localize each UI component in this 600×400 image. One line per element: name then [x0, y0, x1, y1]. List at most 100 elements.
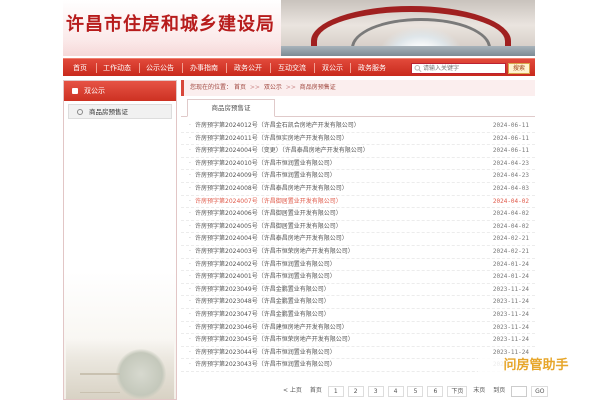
breadcrumb-separator: >> — [285, 84, 296, 91]
list-item-title[interactable]: 许房预字第2024005号（许昌御居置业开发有限公司） — [195, 223, 342, 230]
list-item-title[interactable]: 许房预字第2023048号（许昌金鹏置业有限公司） — [195, 298, 330, 305]
list-item[interactable]: · 许房预字第2024004号（许昌泰昌房地产开发有限公司） 2024-02-21 — [181, 233, 535, 246]
list-item-date: 2024-04-02 — [492, 210, 529, 218]
list-item-title[interactable]: 许房预字第2024006号（许昌御居置业开发有限公司） — [195, 210, 342, 217]
nav-separator — [139, 63, 140, 73]
list-item-date: 2023-11-24 — [492, 285, 529, 293]
list-item[interactable]: · 许房预字第2024010号（许昌市恒润置业有限公司） 2024-04-23 — [181, 158, 535, 171]
breadcrumb-prefix: 您现在的位置： — [190, 84, 233, 91]
nav-separator — [350, 63, 351, 73]
list-item-title[interactable]: 许房预字第2023045号（许昌市恒荣房地产开发有限公司） — [195, 336, 354, 343]
sidebar: 双公示 商品房预售证 — [63, 80, 177, 400]
pager-page-3[interactable]: 3 — [367, 386, 384, 397]
list-item-title[interactable]: 许房预字第2023044号（许昌市恒润置业有限公司） — [195, 349, 336, 356]
list-item-title[interactable]: 许房预字第2023047号（许昌金鹏置业有限公司） — [195, 311, 330, 318]
list-item-title[interactable]: 许房预字第2024004号（变更）（许昌泰昌房地产开发有限公司） — [195, 147, 369, 154]
list-item-title[interactable]: 许房预字第2024012号（许昌金石凯合房地产开发有限公司） — [195, 122, 360, 129]
sidebar-title: 双公示 — [64, 81, 176, 101]
pager-next[interactable]: 下页 — [447, 386, 468, 397]
sidebar-decorative-photo — [66, 339, 174, 399]
tab-bar: 商品房预售证 — [181, 99, 535, 117]
nav-item-home[interactable]: 首页 — [73, 59, 87, 77]
list-item-title[interactable]: 许房预字第2024009号（许昌市恒润置业有限公司） — [195, 172, 336, 179]
list-item-date: 2024-04-03 — [492, 184, 529, 192]
pager-prev[interactable]: < 上页 — [281, 386, 304, 397]
header-banner-image — [281, 0, 535, 56]
breadcrumb-link-home[interactable]: 首页 — [234, 84, 246, 91]
nav-item-gov-services[interactable]: 政务服务 — [358, 59, 386, 77]
list-item[interactable]: · 许房预字第2024007号（许昌御居置业开发有限公司） 2024-04-02 — [181, 196, 535, 209]
main-nav: 首页 工作动态 公示公告 办事指南 政务公开 互动交流 双公示 政务服务 搜索 — [63, 58, 535, 76]
breadcrumb-separator: >> — [249, 84, 260, 91]
list-item[interactable]: · 许房预字第2023048号（许昌金鹏置业有限公司） 2023-11-24 — [181, 296, 535, 309]
list-item-date: 2023-11-24 — [492, 310, 529, 318]
nav-separator — [270, 63, 271, 73]
list-item[interactable]: · 许房预字第2023047号（许昌金鹏置业有限公司） 2023-11-24 — [181, 309, 535, 322]
search-icon — [414, 65, 422, 73]
list-item-date: 2024-04-23 — [492, 159, 529, 167]
page: 许昌市住房和城乡建设局 首页 工作动态 公示公告 办事指南 政务公开 互动交流 … — [63, 0, 549, 400]
list-item-title[interactable]: 许房预字第2024010号（许昌市恒润置业有限公司） — [195, 160, 336, 167]
search-box — [411, 63, 506, 74]
list-item[interactable]: · 许房预字第2024012号（许昌金石凯合房地产开发有限公司） 2024-06-1… — [181, 120, 535, 133]
breadcrumb-current[interactable]: 商品房预售证 — [300, 84, 336, 91]
pager-page-5[interactable]: 5 — [407, 386, 424, 397]
nav-item-dual-publicity[interactable]: 双公示 — [322, 59, 343, 77]
pager-goto-input[interactable] — [511, 386, 528, 397]
nav-separator — [314, 63, 315, 73]
list-item-date: 2024-06-11 — [492, 147, 529, 155]
nav-item-interaction[interactable]: 互动交流 — [278, 59, 306, 77]
pager-page-4[interactable]: 4 — [387, 386, 404, 397]
pager-go-button[interactable]: GO — [531, 386, 549, 397]
list-item-title[interactable]: 许房预字第2024007号（许昌御居置业开发有限公司） — [195, 198, 342, 205]
list-item[interactable]: · 许房预字第2023046号（许昌建恒房地产开发有限公司） 2023-11-24 — [181, 322, 535, 335]
photo-railing — [80, 373, 120, 393]
watermark-logo: 问房管助手 — [478, 354, 594, 378]
photo-tree — [116, 349, 166, 399]
list-item-title[interactable]: 许房预字第2023043号（许昌市恒润置业有限公司） — [195, 361, 336, 368]
list-item-title[interactable]: 许房预字第2024008号（许昌泰昌房地产开发有限公司） — [195, 185, 348, 192]
list-item-title[interactable]: 许房预字第2024003号（许昌市恒荣房地产开发有限公司） — [195, 248, 354, 255]
list-item[interactable]: · 许房预字第2024003号（许昌市恒荣房地产开发有限公司） 2024-02-21 — [181, 246, 535, 259]
list-item-title[interactable]: 许房预字第2024004号（许昌泰昌房地产开发有限公司） — [195, 235, 348, 242]
nav-item-gov-open[interactable]: 政务公开 — [234, 59, 262, 77]
square-bullet-icon — [72, 88, 78, 94]
pager-last[interactable]: 末页 — [471, 386, 488, 397]
list-item[interactable]: · 许房预字第2023049号（许昌金鹏置业有限公司） 2023-11-24 — [181, 284, 535, 297]
sidebar-item-presale-permit[interactable]: 商品房预售证 — [68, 104, 172, 119]
search-input[interactable] — [423, 64, 503, 73]
pager-page-6[interactable]: 6 — [427, 386, 444, 397]
list-item-date: 2024-04-02 — [492, 197, 529, 205]
banner-water — [281, 46, 535, 56]
list-item-title[interactable]: 许房预字第2024001号（许昌市恒润置业有限公司） — [195, 273, 336, 280]
search-button[interactable]: 搜索 — [508, 63, 530, 74]
list-item-date: 2024-06-11 — [492, 134, 529, 142]
list-item[interactable]: · 许房预字第2024011号（许昌恒实房地产开发有限公司） 2024-06-11 — [181, 133, 535, 146]
list-item-title[interactable]: 许房预字第2024002号（许昌市恒润置业有限公司） — [195, 261, 336, 268]
list-item-title[interactable]: 许房预字第2023046号（许昌建恒房地产开发有限公司） — [195, 324, 348, 331]
list-item[interactable]: · 许房预字第2024009号（许昌市恒润置业有限公司） 2024-04-23 — [181, 170, 535, 183]
list-item[interactable]: · 许房预字第2023045号（许昌市恒荣房地产开发有限公司） 2023-11-24 — [181, 334, 535, 347]
breadcrumb-link-dual-publicity[interactable]: 双公示 — [264, 84, 282, 91]
list-item-title[interactable]: 许房预字第2023049号（许昌金鹏置业有限公司） — [195, 286, 330, 293]
nav-item-notices[interactable]: 公示公告 — [146, 59, 174, 77]
pager-first[interactable]: 首页 — [307, 386, 324, 397]
list-item[interactable]: · 许房预字第2024002号（许昌市恒润置业有限公司） 2024-01-24 — [181, 259, 535, 272]
site-title[interactable]: 许昌市住房和城乡建设局 — [66, 10, 275, 36]
nav-item-work-news[interactable]: 工作动态 — [103, 59, 131, 77]
list-item-date: 2024-01-24 — [492, 273, 529, 281]
list-item-date: 2024-02-21 — [492, 247, 529, 255]
sidebar-title-label: 双公示 — [84, 87, 105, 95]
list-item[interactable]: · 许房预字第2024008号（许昌泰昌房地产开发有限公司） 2024-04-03 — [181, 183, 535, 196]
list-item[interactable]: · 许房预字第2024006号（许昌御居置业开发有限公司） 2024-04-02 — [181, 208, 535, 221]
pager-page-2[interactable]: 2 — [347, 386, 364, 397]
list-item-date: 2024-01-24 — [492, 260, 529, 268]
list-item[interactable]: · 许房预字第2024005号（许昌御居置业开发有限公司） 2024-04-02 — [181, 221, 535, 234]
pager-page-1[interactable]: 1 — [327, 386, 344, 397]
list-item[interactable]: · 许房预字第2024001号（许昌市恒润置业有限公司） 2024-01-24 — [181, 271, 535, 284]
list-item[interactable]: · 许房预字第2024004号（变更）（许昌泰昌房地产开发有限公司） 2024-06… — [181, 145, 535, 158]
list-item-title[interactable]: 许房预字第2024011号（许昌恒实房地产开发有限公司） — [195, 135, 348, 142]
header: 许昌市住房和城乡建设局 — [63, 0, 535, 56]
nav-item-guide[interactable]: 办事指南 — [190, 59, 218, 77]
tab-presale-permit[interactable]: 商品房预售证 — [187, 99, 275, 117]
